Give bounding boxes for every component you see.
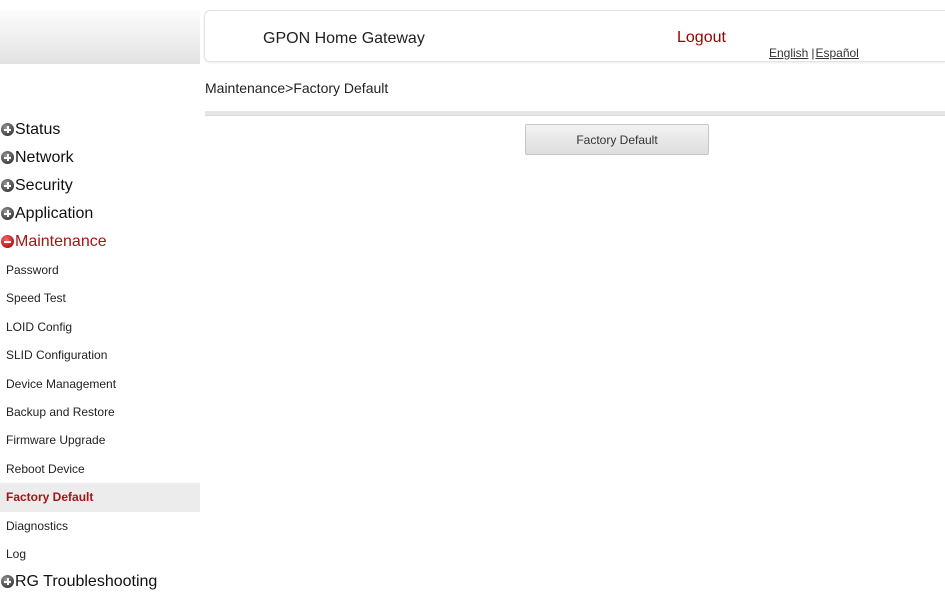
sidebar-item-diagnostics[interactable]: Diagnostics — [0, 512, 200, 540]
plus-circle-icon — [1, 123, 14, 136]
header-bar: GPON Home Gateway Logout English |Español — [204, 10, 945, 62]
corner-logo-area — [0, 10, 200, 64]
plus-circle-icon — [1, 151, 14, 164]
sidebar-item-firmware-upgrade[interactable]: Firmware Upgrade — [0, 426, 200, 454]
sidebar-item-speed-test[interactable]: Speed Test — [0, 284, 200, 312]
plus-circle-icon — [1, 207, 14, 220]
sidebar-item-slid-configuration[interactable]: SLID Configuration — [0, 341, 200, 369]
page: GPON Home Gateway Logout English |Español… — [0, 0, 945, 593]
language-english-link[interactable]: English — [769, 46, 808, 60]
sidebar-item-loid-config[interactable]: LOID Config — [0, 313, 200, 341]
sidebar-menu-label: Network — [15, 149, 74, 166]
sidebar-item-backup-and-restore[interactable]: Backup and Restore — [0, 398, 200, 426]
sidebar-menu-label: Maintenance — [15, 233, 107, 250]
sidebar-menu-security[interactable]: Security — [0, 172, 200, 200]
app-title: GPON Home Gateway — [263, 30, 425, 47]
sidebar-menu-label: Security — [15, 177, 73, 194]
sidebar-menu-label: Status — [15, 121, 61, 138]
sidebar-item-reboot-device[interactable]: Reboot Device — [0, 455, 200, 483]
factory-default-button[interactable]: Factory Default — [525, 124, 709, 155]
logout-link[interactable]: Logout — [677, 29, 726, 47]
language-selector: English |Español — [769, 46, 859, 60]
sidebar-menu-rg-troubleshooting[interactable]: RG Troubleshooting — [0, 568, 200, 593]
plus-circle-icon — [1, 575, 14, 589]
content-divider — [205, 111, 945, 116]
sidebar-menu-status[interactable]: Status — [0, 116, 200, 144]
sidebar-menu-application[interactable]: Application — [0, 200, 200, 228]
breadcrumb: Maintenance>Factory Default — [205, 80, 389, 96]
sidebar-menu-maintenance[interactable]: Maintenance — [0, 228, 200, 256]
sidebar-nav: Status Network Security Application Main… — [0, 116, 200, 593]
maintenance-submenu: Password Speed Test LOID Config SLID Con… — [0, 256, 200, 568]
sidebar-item-log[interactable]: Log — [0, 540, 200, 568]
sidebar-item-factory-default[interactable]: Factory Default — [0, 483, 200, 512]
sidebar-menu-network[interactable]: Network — [0, 144, 200, 172]
sidebar-menu-label: RG Troubleshooting — [15, 573, 158, 591]
plus-circle-icon — [1, 179, 14, 192]
language-spanish-link[interactable]: Español — [815, 46, 858, 60]
minus-circle-icon — [1, 235, 14, 248]
sidebar-item-password[interactable]: Password — [0, 256, 200, 284]
sidebar-item-device-management[interactable]: Device Management — [0, 370, 200, 398]
sidebar-menu-label: Application — [15, 205, 94, 222]
